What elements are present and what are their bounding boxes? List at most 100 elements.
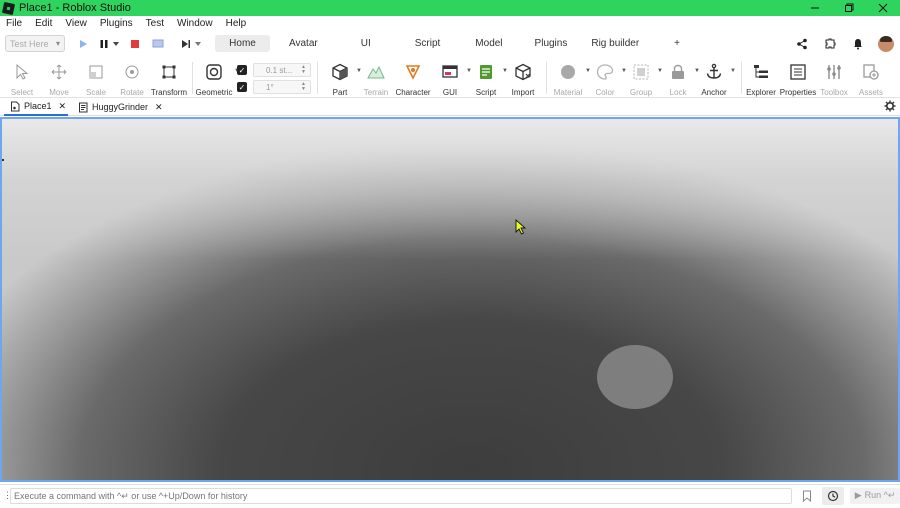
doc-tab-place1[interactable]: Place1 ✕ (4, 98, 68, 116)
tab-model[interactable]: Model (475, 35, 502, 52)
step-button[interactable] (178, 36, 194, 52)
material-tool[interactable]: Material ▼ (553, 56, 591, 98)
history-button[interactable] (822, 486, 845, 505)
stop-icon (131, 39, 139, 48)
bookmark-button[interactable] (796, 487, 818, 505)
group-tool[interactable]: Group ▼ (627, 56, 663, 98)
menu-window[interactable]: Window (177, 18, 213, 29)
geometric-mode-tool[interactable]: Geometric ▼ (196, 56, 240, 98)
menu-edit[interactable]: Edit (35, 18, 52, 29)
assets-button[interactable]: Assets (857, 56, 885, 98)
client-server-button[interactable] (150, 36, 166, 52)
menu-plugins[interactable]: Plugins (100, 18, 133, 29)
3d-viewport[interactable] (0, 117, 900, 482)
import-tool[interactable]: Import (508, 56, 538, 98)
viewport-part-decal[interactable] (597, 345, 673, 409)
window-title: Place1 - Roblox Studio (19, 2, 131, 14)
scale-tool[interactable]: Scale (82, 56, 110, 98)
close-tab-icon[interactable]: ✕ (59, 101, 67, 112)
viewport-sky (2, 119, 898, 480)
gear-icon (884, 100, 896, 112)
restore-button[interactable] (832, 0, 866, 16)
viewport-settings-button[interactable] (884, 100, 896, 115)
script-file-icon (79, 102, 88, 112)
user-avatar-button[interactable] (872, 32, 900, 55)
transform-tool[interactable]: Transform (151, 56, 187, 98)
pause-button[interactable] (96, 36, 112, 52)
ribbon-separator (192, 62, 193, 94)
stop-button[interactable] (127, 36, 143, 52)
lock-tool[interactable]: Lock ▼ (664, 56, 700, 98)
spinner-arrows-icon[interactable]: ▲ ▼ (301, 65, 306, 75)
menu-bar: File Edit View Plugins Test Window Help (0, 16, 900, 31)
chevron-down-icon[interactable]: ▼ (730, 68, 736, 74)
move-snap-checkbox[interactable]: ✓ (237, 65, 247, 75)
close-tab-icon[interactable]: ✕ (155, 102, 163, 113)
drag-handle-icon[interactable]: ⋮ (3, 490, 12, 501)
bookmark-icon (803, 490, 812, 502)
minimize-button[interactable] (798, 0, 832, 16)
run-command-button[interactable]: ▶ Run ^↵ (850, 487, 900, 504)
menu-file[interactable]: File (6, 18, 22, 29)
mouse-cursor-icon (515, 219, 527, 235)
ribbon-separator (317, 62, 318, 94)
transform-icon (162, 65, 176, 79)
notifications-button[interactable] (844, 32, 872, 55)
toolbox-button[interactable]: Toolbox (820, 56, 848, 98)
character-tool[interactable]: Character (395, 56, 431, 98)
rotate-tool[interactable]: Rotate (118, 56, 146, 98)
share-button[interactable] (788, 32, 816, 55)
move-snap-input[interactable]: 0.1 st... ▲ ▼ (253, 63, 311, 77)
gui-icon (442, 65, 458, 78)
test-location-select[interactable]: Test Here ▾ (5, 35, 65, 52)
part-tool[interactable]: Part ▼ (326, 56, 362, 98)
rotate-snap-input[interactable]: 1° ▲ ▼ (253, 80, 311, 94)
color-tool[interactable]: Color ▼ (591, 56, 627, 98)
monitor-icon (152, 39, 164, 47)
viewport-marker (2, 159, 4, 161)
tab-home[interactable]: Home (215, 35, 270, 52)
restore-icon (845, 3, 854, 12)
tab-script[interactable]: Script (415, 35, 441, 52)
properties-button[interactable]: Properties (779, 56, 817, 98)
script-tool[interactable]: Script ▼ (472, 56, 508, 98)
history-clock-icon (828, 490, 839, 501)
gui-tool[interactable]: GUI ▼ (436, 56, 472, 98)
chevron-down-icon (195, 41, 201, 46)
play-options-dropdown[interactable] (112, 36, 120, 52)
menu-help[interactable]: Help (226, 18, 247, 29)
anchor-tool[interactable]: Anchor ▼ (700, 56, 736, 98)
select-tool[interactable]: Select (8, 56, 36, 98)
rotate-snap-checkbox[interactable]: ✓ (237, 82, 247, 92)
menu-view[interactable]: View (65, 18, 87, 29)
pause-icon (100, 39, 108, 48)
menu-test[interactable]: Test (146, 18, 164, 29)
doc-tab-huggygrinder[interactable]: HuggyGrinder ✕ (78, 98, 164, 116)
command-input[interactable] (10, 487, 793, 504)
terrain-icon (367, 65, 385, 79)
collaborate-button[interactable] (816, 32, 844, 55)
tab-ui[interactable]: UI (361, 35, 371, 52)
import-box-icon (515, 63, 531, 81)
group-icon (633, 64, 649, 80)
cube-icon (332, 63, 348, 81)
add-tab-button[interactable]: + (674, 35, 680, 52)
spinner-arrows-icon[interactable]: ▲ ▼ (301, 82, 306, 92)
close-button[interactable] (866, 0, 900, 16)
move-tool[interactable]: Move (45, 56, 73, 98)
rotate-icon (125, 65, 139, 79)
step-options-dropdown[interactable] (194, 36, 202, 52)
terrain-tool[interactable]: Terrain (362, 56, 390, 98)
explorer-button[interactable]: Explorer (745, 56, 777, 98)
scale-icon (89, 65, 103, 79)
tab-rig-builder[interactable]: Rig builder (591, 35, 639, 52)
chevron-down-icon[interactable]: ▼ (657, 68, 663, 74)
minimize-icon (811, 7, 819, 9)
play-button[interactable] (75, 36, 91, 52)
character-icon (405, 65, 421, 80)
tab-avatar[interactable]: Avatar (289, 35, 318, 52)
chevron-down-icon: ▾ (55, 39, 60, 48)
script-icon (480, 65, 492, 79)
roblox-studio-icon (1, 1, 16, 15)
tab-plugins[interactable]: Plugins (535, 35, 568, 52)
